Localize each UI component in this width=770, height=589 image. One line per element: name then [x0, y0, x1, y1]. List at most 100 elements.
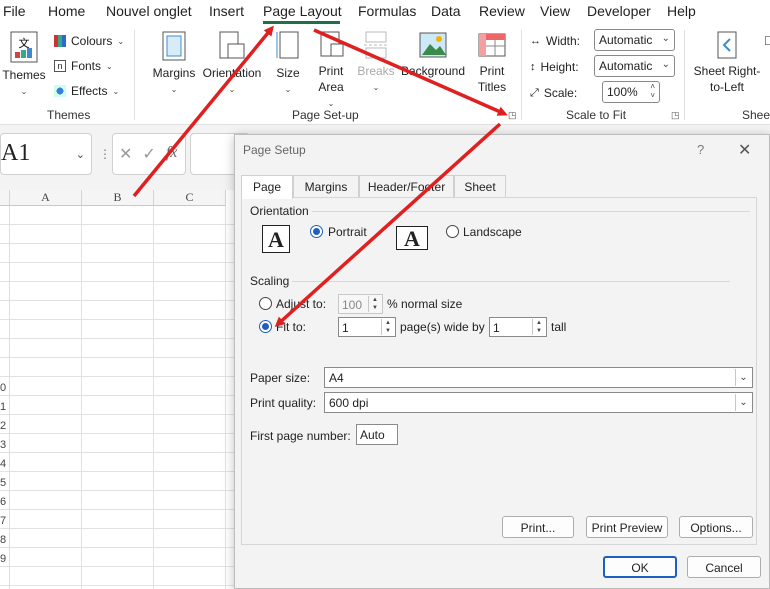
row-header[interactable]: 1 — [0, 401, 9, 413]
page-setup-dialog: Page Setup ? ✕ Page Margins Header/Foote… — [234, 134, 770, 589]
spin-icon[interactable]: ▲ ▼ — [381, 319, 394, 335]
cancel-button[interactable]: Cancel — [687, 556, 761, 578]
menu-bar: File Home Nouvel onglet Insert Page Layo… — [0, 0, 770, 24]
spin-icon[interactable]: ▲ ▼ — [368, 296, 381, 312]
background-button[interactable]: Background — [398, 30, 468, 79]
menu-file[interactable]: File — [3, 3, 26, 19]
print-quality-select[interactable]: 600 dpi ⌄ — [324, 392, 753, 413]
scaling-heading: Scaling — [250, 274, 290, 288]
print-area-button[interactable]: Print Area ⌄ — [310, 30, 352, 109]
row-header[interactable]: 9 — [0, 553, 9, 565]
menu-page-layout[interactable]: Page Layout — [263, 3, 342, 19]
size-button[interactable]: Size ⌄ — [270, 30, 306, 95]
tab-margins[interactable]: Margins — [293, 175, 359, 197]
chevron-down-icon[interactable]: ⌄ — [76, 148, 85, 161]
colours-icon — [54, 35, 66, 47]
menu-home[interactable]: Home — [48, 3, 85, 19]
options-button[interactable]: Options... — [679, 516, 753, 538]
breaks-icon — [364, 31, 388, 59]
first-page-number-input[interactable]: Auto — [356, 424, 398, 445]
themes-button[interactable]: 文 Themes ⌄ — [2, 30, 46, 97]
portrait-radio[interactable] — [310, 225, 323, 238]
tab-header-footer[interactable]: Header/Footer — [359, 175, 454, 197]
column-header-c[interactable]: C — [154, 190, 226, 206]
breaks-button[interactable]: Breaks ⌄ — [356, 30, 396, 93]
tab-sheet[interactable]: Sheet — [454, 175, 506, 197]
orientation-button[interactable]: Orientation ⌄ — [200, 30, 264, 95]
row-header[interactable]: 6 — [0, 496, 9, 508]
column-header-b[interactable]: B — [82, 190, 154, 206]
scale-label: ⤢ Scale: — [530, 86, 578, 100]
adjust-to-label[interactable]: Adjust to: — [276, 297, 326, 311]
menu-insert[interactable]: Insert — [209, 3, 244, 19]
pages-wide-label: page(s) wide by — [400, 320, 485, 334]
scale-launcher-icon[interactable]: ◳ — [671, 111, 681, 121]
row-header[interactable]: 2 — [0, 420, 9, 432]
menu-review[interactable]: Review — [479, 3, 525, 19]
partial-control: ☐ — [764, 34, 770, 48]
menu-help[interactable]: Help — [667, 3, 696, 19]
chevron-down-icon: ⌄ — [735, 394, 751, 411]
close-icon[interactable]: ✕ — [738, 140, 751, 160]
group-label-scale-to-fit: Scale to Fit — [566, 108, 627, 122]
menu-developer[interactable]: Developer — [587, 3, 651, 19]
sheet-right-to-left-button[interactable]: Sheet Right- to-Left — [690, 30, 764, 95]
print-titles-button[interactable]: Print Titles — [472, 30, 512, 95]
scale-stepper[interactable]: 100% ˄ ˅ — [602, 81, 660, 103]
print-button[interactable]: Print... — [502, 516, 574, 538]
help-icon[interactable]: ? — [697, 142, 704, 157]
svg-text:文: 文 — [19, 36, 30, 50]
print-area-icon — [320, 31, 344, 57]
dialog-title: Page Setup — [243, 143, 306, 157]
pages-wide-stepper[interactable]: 1 ▲ ▼ — [338, 317, 396, 337]
chevron-down-icon: ⌄ — [661, 59, 670, 70]
insert-function-icon[interactable]: fx — [166, 144, 178, 164]
row-header[interactable]: 7 — [0, 515, 9, 527]
fit-to-radio[interactable] — [259, 320, 272, 333]
paper-size-label: Paper size: — [250, 371, 311, 385]
page-setup-launcher-icon[interactable]: ◳ — [508, 111, 518, 121]
cancel-icon[interactable]: ✕ — [119, 144, 132, 164]
fonts-icon: n — [54, 60, 66, 72]
height-label: ↕ Height: — [530, 60, 579, 74]
paper-size-select[interactable]: A4 ⌄ — [324, 367, 753, 388]
margins-button[interactable]: Margins ⌄ — [150, 30, 198, 95]
spin-icon[interactable]: ˄ ˅ — [650, 82, 655, 100]
enter-icon[interactable]: ✓ — [142, 144, 155, 164]
fit-to-label[interactable]: Fit to: — [276, 320, 306, 334]
landscape-label[interactable]: Landscape — [463, 225, 522, 239]
menu-view[interactable]: View — [540, 3, 570, 19]
ok-button[interactable]: OK — [603, 556, 677, 578]
select-all-corner[interactable] — [0, 190, 10, 206]
row-header[interactable]: 8 — [0, 534, 9, 546]
cell-grid[interactable] — [0, 206, 240, 589]
colours-button[interactable]: Colours ⌄ — [54, 34, 124, 48]
effects-button[interactable]: Effects ⌄ — [54, 84, 119, 98]
menu-formulas[interactable]: Formulas — [358, 3, 416, 19]
tab-page[interactable]: Page — [241, 175, 293, 199]
effects-icon — [54, 85, 66, 97]
menu-nouvel-onglet[interactable]: Nouvel onglet — [106, 3, 192, 19]
adjust-to-stepper[interactable]: 100 ▲ ▼ — [338, 294, 383, 314]
name-box[interactable]: A1 ⌄ — [0, 133, 92, 175]
pages-tall-stepper[interactable]: 1 ▲ ▼ — [489, 317, 547, 337]
portrait-label[interactable]: Portrait — [328, 225, 367, 239]
more-icon[interactable]: ⋮ — [99, 147, 111, 161]
row-header[interactable]: 0 — [0, 382, 9, 394]
row-header[interactable]: 4 — [0, 458, 9, 470]
landscape-radio[interactable] — [446, 225, 459, 238]
themes-icon: 文 — [10, 31, 38, 63]
spin-icon[interactable]: ▲ ▼ — [532, 319, 545, 335]
adjust-to-radio[interactable] — [259, 297, 272, 310]
fonts-button[interactable]: n Fonts ⌄ — [54, 59, 113, 73]
print-preview-button[interactable]: Print Preview — [586, 516, 668, 538]
margins-icon — [162, 31, 186, 61]
menu-data[interactable]: Data — [431, 3, 461, 19]
print-titles-icon — [478, 33, 506, 57]
column-header-a[interactable]: A — [10, 190, 82, 206]
row-header[interactable]: 5 — [0, 477, 9, 489]
row-header[interactable]: 3 — [0, 439, 9, 451]
background-icon — [419, 32, 447, 58]
width-dropdown[interactable]: Automatic ⌄ — [594, 29, 675, 51]
height-dropdown[interactable]: Automatic ⌄ — [594, 55, 675, 77]
